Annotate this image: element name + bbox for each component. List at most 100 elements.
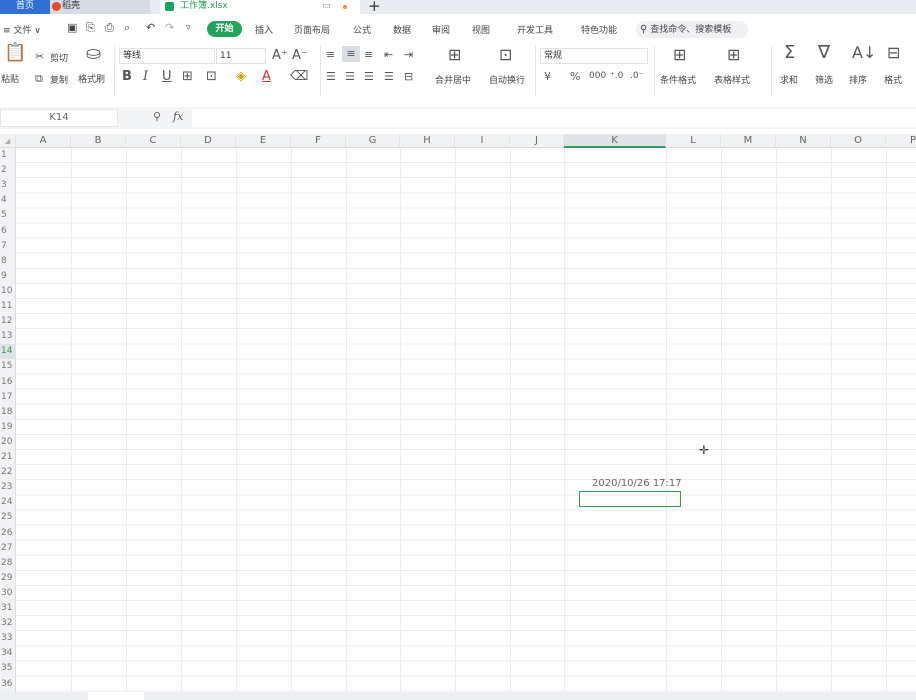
row-header-4[interactable]: 4 [0, 193, 16, 208]
tab-page-layout[interactable]: 页面布局 [294, 23, 330, 36]
row-header-3[interactable]: 3 [0, 178, 16, 193]
row-header-9[interactable]: 9 [0, 269, 16, 284]
row-header-5[interactable]: 5 [0, 208, 16, 223]
row-header-20[interactable]: 20 [0, 435, 16, 450]
column-header-o[interactable]: O [831, 134, 886, 148]
column-header-h[interactable]: H [400, 134, 455, 148]
cell-area[interactable]: 2020/10/26 17:17 ✛ [16, 148, 916, 692]
row-header-19[interactable]: 19 [0, 420, 16, 435]
sheet-tab[interactable] [88, 692, 144, 700]
sum-button[interactable]: 求和 [780, 73, 798, 86]
row-header-17[interactable]: 17 [0, 390, 16, 405]
row-header-21[interactable]: 21 [0, 450, 16, 465]
redo-icon[interactable]: ↷ [165, 21, 174, 34]
tab-view[interactable]: 视图 [472, 23, 490, 36]
font-color-icon[interactable]: A [262, 70, 271, 83]
currency-icon[interactable]: ¥ [544, 70, 551, 83]
row-header-15[interactable]: 15 [0, 359, 16, 374]
row-header-25[interactable]: 25 [0, 510, 16, 525]
monitor-icon[interactable]: ▭ [322, 1, 331, 11]
row-header-16[interactable]: 16 [0, 375, 16, 390]
conditional-format-icon[interactable]: ⊞ [673, 47, 686, 63]
print-preview-icon[interactable]: ⌕ [124, 21, 130, 35]
wrap-text-icon[interactable]: ⊡ [499, 47, 512, 63]
formula-input[interactable] [192, 109, 916, 127]
customize-icon[interactable]: ▿ [186, 23, 191, 33]
align-bottom-icon[interactable]: ≡ [364, 48, 373, 61]
copy-button[interactable]: 复制 [50, 73, 68, 86]
undo-icon[interactable]: ↶ [146, 21, 155, 34]
merge-cells-icon[interactable]: ⊞ [448, 47, 461, 63]
select-all-corner[interactable]: ◢ [0, 134, 16, 148]
row-header-2[interactable]: 2 [0, 163, 16, 178]
row-header-1[interactable]: 1 [0, 148, 16, 163]
copy-icon[interactable]: ⧉ [35, 72, 43, 85]
increase-indent-icon[interactable]: ⇥ [404, 48, 413, 61]
tab-developer[interactable]: 开发工具 [517, 23, 553, 36]
row-header-13[interactable]: 13 [0, 329, 16, 344]
row-header-28[interactable]: 28 [0, 556, 16, 571]
sort-button[interactable]: 排序 [849, 73, 867, 86]
align-right-icon[interactable]: ☰ [364, 70, 374, 83]
cell-k13[interactable]: 2020/10/26 17:17 [592, 478, 682, 489]
decrease-indent-icon[interactable]: ⇤ [384, 48, 393, 61]
row-header-23[interactable]: 23 [0, 480, 16, 495]
row-header-18[interactable]: 18 [0, 405, 16, 420]
column-header-e[interactable]: E [236, 134, 291, 148]
format-icon[interactable]: ⊟ [887, 45, 900, 61]
clear-icon[interactable]: ⌫ [290, 70, 308, 83]
increase-font-icon[interactable]: A⁺ [272, 49, 288, 62]
column-header-k[interactable]: K [564, 134, 666, 148]
font-name-select[interactable]: 等线 [119, 48, 215, 64]
tab-formulas[interactable]: 公式 [353, 23, 371, 36]
row-header-10[interactable]: 10 [0, 284, 16, 299]
cut-button[interactable]: 剪切 [50, 51, 68, 64]
row-header-6[interactable]: 6 [0, 224, 16, 239]
tab-home[interactable]: 首页 [0, 0, 50, 14]
column-header-d[interactable]: D [181, 134, 236, 148]
column-header-j[interactable]: J [510, 134, 564, 148]
print-icon[interactable]: ⎙ [105, 21, 114, 35]
font-size-select[interactable]: 11 [216, 48, 266, 64]
row-header-22[interactable]: 22 [0, 465, 16, 480]
file-menu[interactable]: ≡ 文件 ∨ [3, 23, 41, 36]
row-header-12[interactable]: 12 [0, 314, 16, 329]
column-header-n[interactable]: N [776, 134, 831, 148]
justify-icon[interactable]: ☰ [384, 70, 394, 83]
decrease-font-icon[interactable]: A⁻ [292, 49, 308, 62]
filter-button[interactable]: 筛选 [815, 73, 833, 86]
paste-button[interactable]: 粘贴 [1, 72, 19, 85]
table-style-icon[interactable]: ⊞ [727, 47, 740, 63]
column-header-p[interactable]: P [886, 134, 916, 148]
row-header-24[interactable]: 24 [0, 495, 16, 510]
tab-special[interactable]: 特色功能 [581, 23, 617, 36]
align-middle-icon[interactable]: ≡ [342, 46, 360, 62]
row-header-36[interactable]: 36 [0, 677, 16, 692]
cell-style-icon[interactable]: ⊡ [206, 70, 217, 83]
wrap-text-button[interactable]: 自动换行 [489, 73, 525, 86]
column-header-m[interactable]: M [721, 134, 776, 148]
scissors-icon[interactable]: ✂ [35, 50, 44, 63]
row-header-32[interactable]: 32 [0, 616, 16, 631]
row-header-31[interactable]: 31 [0, 601, 16, 616]
underline-icon[interactable]: U [162, 70, 172, 83]
row-header-7[interactable]: 7 [0, 239, 16, 254]
column-header-i[interactable]: I [455, 134, 510, 148]
row-header-29[interactable]: 29 [0, 571, 16, 586]
tab-insert[interactable]: 插入 [255, 23, 273, 36]
row-header-30[interactable]: 30 [0, 586, 16, 601]
conditional-format-button[interactable]: 条件格式 [660, 73, 696, 86]
format-painter-button[interactable]: 格式刷 [78, 72, 105, 85]
brush-icon[interactable]: ⛀ [86, 45, 101, 63]
increase-decimal-icon[interactable]: ⁺.0 [610, 70, 623, 83]
tab-review[interactable]: 审阅 [432, 23, 450, 36]
thousands-icon[interactable]: 000 [589, 70, 606, 83]
sum-icon[interactable]: Σ [784, 44, 795, 62]
tab-data[interactable]: 数据 [393, 23, 411, 36]
row-header-27[interactable]: 27 [0, 541, 16, 556]
row-header-8[interactable]: 8 [0, 254, 16, 269]
row-header-34[interactable]: 34 [0, 646, 16, 661]
filter-icon[interactable]: ∇ [818, 44, 830, 62]
new-tab-button[interactable]: + [368, 0, 381, 15]
table-style-button[interactable]: 表格样式 [714, 73, 750, 86]
